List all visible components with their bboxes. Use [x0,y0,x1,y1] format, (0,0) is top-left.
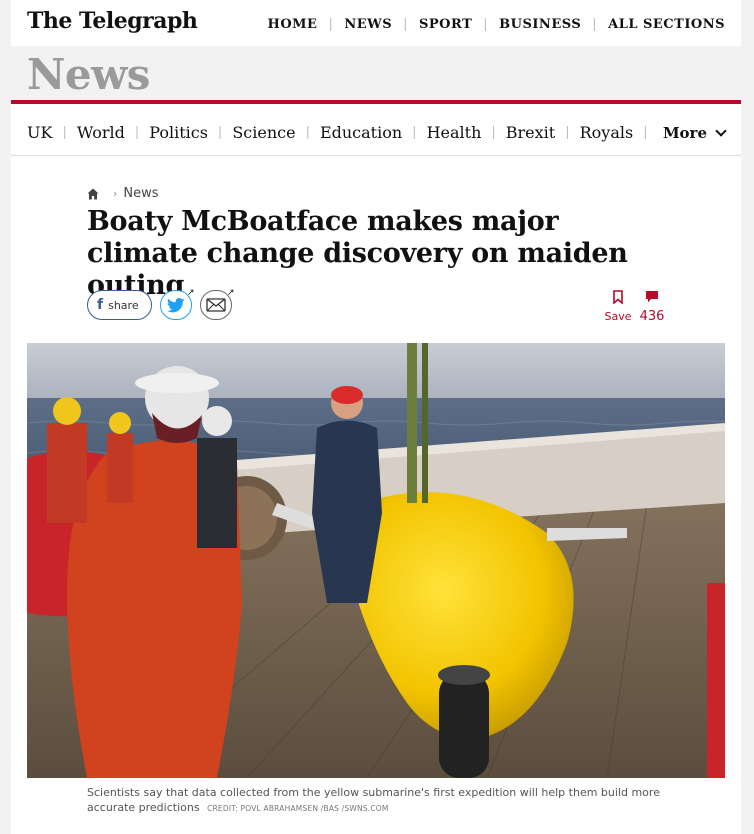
subnav-item-health[interactable]: Health [427,123,482,142]
top-navigation: HOME | NEWS | SPORT | BUSINESS | ALL SEC… [257,17,725,32]
nav-sport[interactable]: SPORT [408,17,483,32]
breadcrumb: › News [87,186,159,201]
divider: | [565,125,570,140]
save-button[interactable]: Save [603,290,633,323]
divider: | [491,125,496,140]
section-banner: News [11,46,741,104]
article-headline: Boaty McBoatface makes major climate cha… [87,206,628,301]
breadcrumb-separator: › [113,187,118,200]
comment-icon [645,290,659,304]
divider: | [62,125,67,140]
subnav-item-uk[interactable]: UK [27,123,52,142]
facebook-share-button[interactable]: f share ↗ [87,288,155,320]
email-share-button[interactable]: ↗ [199,288,235,320]
external-link-icon: ↗ [187,288,195,298]
divider: | [217,125,223,140]
site-logo[interactable]: The Telegraph [27,8,198,34]
divider: | [643,125,648,140]
subnav-item-royals[interactable]: Royals [580,123,634,142]
chevron-down-icon [715,125,727,137]
share-label: share [108,298,139,312]
subnav-item-brexit[interactable]: Brexit [506,123,555,142]
comment-count: 436 [639,309,665,324]
hero-photo-illustration [27,343,725,778]
section-title[interactable]: News [27,50,150,99]
external-link-icon: ↗ [147,288,155,298]
masthead: The Telegraph HOME | NEWS | SPORT | BUSI… [11,0,741,46]
facebook-icon: f [97,297,104,313]
bookmark-icon [613,290,623,305]
twitter-icon [166,297,185,312]
page: The Telegraph HOME | NEWS | SPORT | BUSI… [11,0,741,834]
nav-home[interactable]: HOME [257,17,329,32]
subnav-list: UK | World | Politics | Science | Educat… [27,123,658,142]
article-hero-image[interactable] [27,343,725,778]
image-credit: CREDIT: POVL ABRAHAMSEN /BAS /SWNS.COM [207,804,389,813]
comments-button[interactable]: 436 [637,290,667,324]
save-label: Save [604,310,632,323]
nav-all-sections[interactable]: ALL SECTIONS [597,17,725,32]
external-link-icon: ↗ [227,288,235,298]
divider: | [305,125,310,140]
divider: | [412,125,417,140]
image-caption: Scientists say that data collected from … [87,785,677,816]
twitter-share-button[interactable]: ↗ [159,288,195,320]
share-toolbar: f share ↗ ↗ ↗ [87,288,235,320]
email-icon [205,298,226,312]
more-label: More [662,124,707,142]
subnav-item-politics[interactable]: Politics [149,123,208,142]
nav-news[interactable]: NEWS [333,17,403,32]
more-menu-button[interactable]: More [662,124,727,142]
home-icon[interactable] [87,188,99,200]
nav-business[interactable]: BUSINESS [488,17,592,32]
subnav-item-education[interactable]: Education [320,123,402,142]
breadcrumb-current[interactable]: News [123,186,158,201]
divider: | [134,125,140,140]
subnav-item-science[interactable]: Science [232,123,295,142]
subnav-item-world[interactable]: World [77,123,125,142]
section-subnav: UK | World | Politics | Science | Educat… [11,108,741,156]
